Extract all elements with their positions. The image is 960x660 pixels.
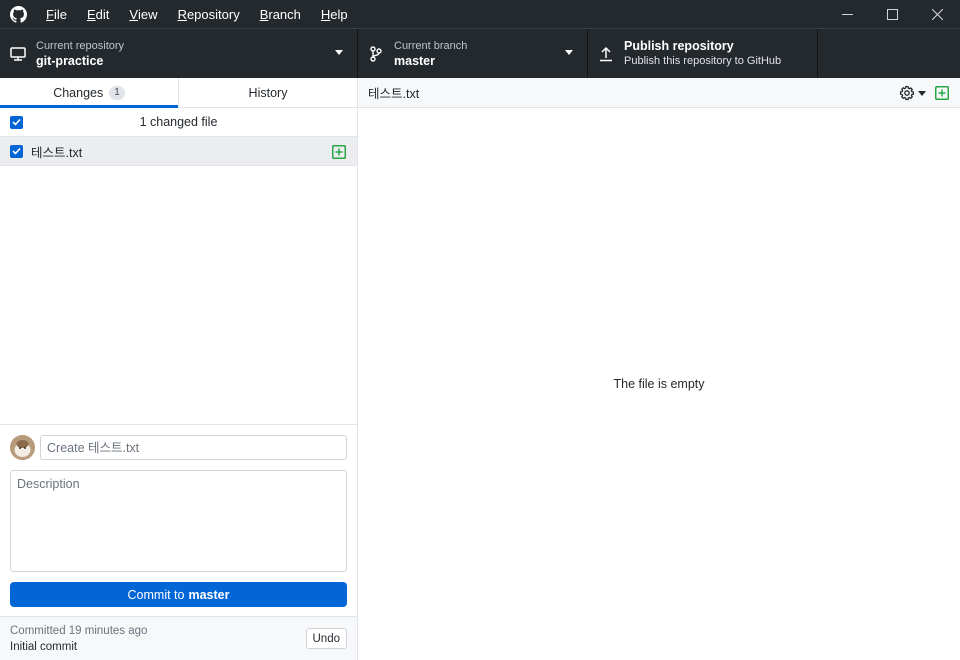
menu-bar: File Edit View Repository Branch Help [36,0,358,28]
menu-repository[interactable]: Repository [168,0,250,28]
chevron-down-icon [335,50,343,55]
tab-changes[interactable]: Changes 1 [0,78,178,108]
tab-history[interactable]: History [178,78,357,107]
toolbar: Current repository git-practice Current … [0,28,960,78]
empty-file-message: The file is empty [613,377,705,391]
chevron-down-icon [918,90,926,96]
avatar [10,435,35,460]
publish-repository-button[interactable]: Publish repository Publish this reposito… [588,29,818,78]
diff-header: 테스트.txt [358,78,960,108]
close-button[interactable] [915,0,960,28]
current-repository-name: git-practice [36,53,104,68]
diff-options-button[interactable] [899,85,926,101]
changed-file-name: 테스트.txt [31,145,83,160]
diff-view: 테스트.txt The file is empty [358,78,960,660]
title-bar: File Edit View Repository Branch Help [0,0,960,28]
last-commit-panel: Committed 19 minutes ago Initial commit … [0,616,357,660]
changes-count-badge: 1 [109,85,125,100]
chevron-down-icon [565,50,573,55]
file-checkbox[interactable] [10,144,23,158]
commit-button[interactable]: Commit to master [10,582,347,607]
maximize-icon [887,8,898,20]
menu-file[interactable]: File [36,0,77,28]
commit-description-input[interactable] [10,470,347,572]
checkmark-icon [12,147,21,155]
undo-button[interactable]: Undo [305,628,347,649]
maximize-button[interactable] [870,0,915,28]
changes-header: 1 changed file [0,108,357,137]
current-repository-label: Current repository [36,39,125,52]
menu-edit[interactable]: Edit [77,0,119,28]
github-logo-icon [0,0,36,28]
menu-view[interactable]: View [119,0,167,28]
file-added-icon [332,145,346,162]
menu-help[interactable]: Help [311,0,358,28]
desktop-icon [0,46,36,61]
gear-icon [899,85,915,101]
current-repository-button[interactable]: Current repository git-practice [0,29,358,78]
sidebar-tabs: Changes 1 History [0,78,357,108]
publish-repository-title: Publish repository [624,38,734,53]
changed-file-row[interactable]: 테스트.txt [0,137,357,166]
commit-summary-input[interactable] [40,435,347,460]
last-commit-message: Initial commit [10,641,78,653]
publish-repository-subtitle: Publish this repository to GitHub [624,54,782,67]
tab-changes-label: Changes [53,85,104,100]
current-branch-name: master [394,53,435,68]
current-branch-label: Current branch [394,39,468,52]
menu-branch[interactable]: Branch [250,0,311,28]
commit-button-prefix: Commit to [127,587,185,602]
minimize-icon [842,13,853,15]
file-added-icon [935,86,949,103]
commit-form: Commit tomaster [0,424,357,616]
upload-icon [588,46,624,62]
commit-button-branch: master [188,587,230,602]
tab-history-label: History [248,85,288,100]
minimize-button[interactable] [825,0,870,28]
diff-file-path: 테스트.txt [368,87,420,101]
sidebar: Changes 1 History 1 changed file 테스트.txt… [0,78,358,660]
changed-files-count: 1 changed file [139,115,218,129]
branch-icon [358,45,394,62]
window-controls [825,0,960,28]
current-branch-button[interactable]: Current branch master [358,29,588,78]
last-commit-time: Committed 19 minutes ago [10,625,148,637]
close-icon [932,8,943,20]
